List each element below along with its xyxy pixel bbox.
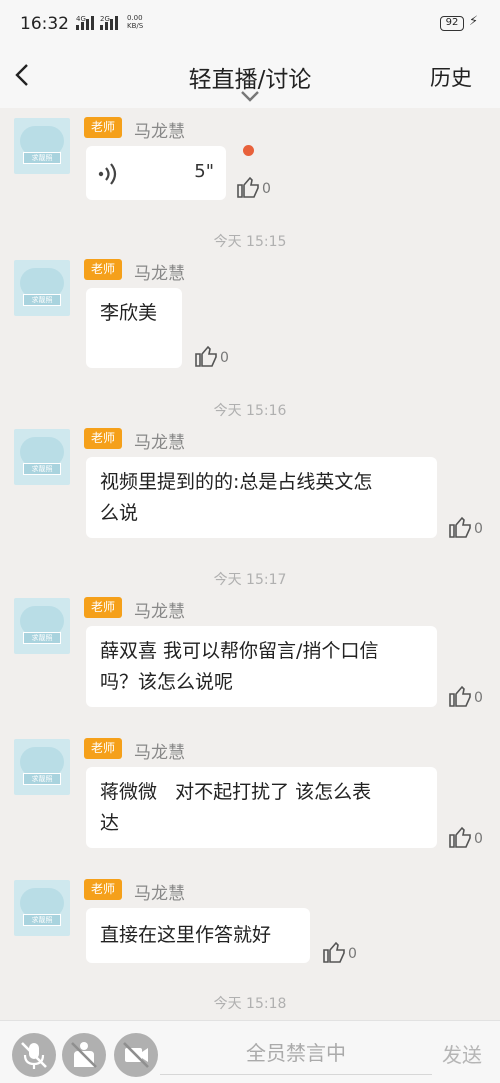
network-speed-unit: KB/S bbox=[127, 22, 144, 30]
chat-message: 求靓照 老师 马龙慧 蒋微微 对不起打扰了 该怎么表 达 0 bbox=[0, 729, 500, 859]
message-bubble[interactable]: 李欣美 bbox=[86, 288, 182, 368]
voice-duration: 5" bbox=[194, 161, 214, 182]
like-button[interactable]: 0 bbox=[448, 825, 492, 851]
chevron-down-icon[interactable] bbox=[240, 90, 260, 102]
message-bubble[interactable]: 直接在这里作答就好 bbox=[86, 908, 310, 963]
like-button[interactable]: 0 bbox=[194, 344, 238, 370]
sender-name: 马龙慧 bbox=[134, 743, 185, 763]
teacher-badge: 老师 bbox=[84, 117, 123, 138]
message-text: 直接在这里作答就好 bbox=[100, 924, 272, 946]
hand-raise-off-icon bbox=[71, 1042, 97, 1068]
voice-message-bubble[interactable]: 5" bbox=[86, 146, 226, 200]
avatar[interactable]: 求靓照 bbox=[14, 739, 70, 795]
like-count: 0 bbox=[474, 831, 483, 847]
signal-icon bbox=[76, 16, 98, 30]
chat-message: 求靓照 老师 马龙慧 5" 0 bbox=[0, 108, 500, 208]
sender-name: 马龙慧 bbox=[134, 602, 185, 622]
avatar[interactable]: 求靓照 bbox=[14, 598, 70, 654]
message-text: 视频里提到的的:总是占线英文怎 bbox=[100, 471, 373, 493]
timestamp: 今天 15:16 bbox=[213, 403, 287, 419]
voice-wave-icon bbox=[98, 163, 117, 185]
page-title: 轻直播/讨论 bbox=[188, 67, 312, 93]
message-input[interactable]: 全员禁言中 bbox=[160, 1031, 432, 1075]
avatar[interactable]: 求靓照 bbox=[14, 880, 70, 936]
message-text: 蒋微微 对不起打扰了 该怎么表 bbox=[100, 781, 372, 803]
nav-bar: 轻直播/讨论 历史 bbox=[0, 50, 500, 108]
message-text: 薛双喜 我可以帮你留言/捎个口信 bbox=[100, 640, 379, 662]
teacher-badge: 老师 bbox=[84, 259, 123, 280]
chat-message: 求靓照 老师 马龙慧 李欣美 0 bbox=[0, 250, 500, 380]
signal-icon-2 bbox=[100, 16, 122, 30]
thumbs-up-icon bbox=[195, 345, 217, 367]
unread-dot bbox=[243, 145, 254, 156]
teacher-badge: 老师 bbox=[84, 597, 123, 618]
sender-name: 马龙慧 bbox=[134, 122, 185, 142]
mic-toggle-button[interactable] bbox=[12, 1033, 56, 1077]
message-text: 达 bbox=[100, 812, 120, 834]
message-text: 么说 bbox=[100, 502, 139, 524]
chat-message: 求靓照 老师 马龙慧 直接在这里作答就好 0 bbox=[0, 870, 500, 980]
message-text: 吗？该怎么说呢 bbox=[100, 671, 234, 693]
like-count: 0 bbox=[220, 350, 229, 366]
status-time: 16:32 bbox=[20, 14, 69, 34]
chat-message: 求靓照 老师 马龙慧 薛双喜 我可以帮你留言/捎个口信 吗？该怎么说呢 0 bbox=[0, 588, 500, 718]
battery-icon: 92 bbox=[440, 16, 464, 31]
history-button[interactable]: 历史 bbox=[430, 62, 472, 92]
like-button[interactable]: 0 bbox=[448, 515, 492, 541]
timestamp: 今天 15:15 bbox=[213, 234, 287, 250]
thumbs-up-icon bbox=[449, 826, 471, 848]
message-bubble[interactable]: 薛双喜 我可以帮你留言/捎个口信 吗？该怎么说呢 bbox=[86, 626, 437, 707]
timestamp: 今天 15:17 bbox=[213, 572, 287, 588]
video-toggle-button[interactable] bbox=[114, 1033, 158, 1077]
thumbs-up-icon bbox=[237, 176, 259, 198]
avatar[interactable]: 求靓照 bbox=[14, 260, 70, 316]
hand-raise-toggle-button[interactable] bbox=[62, 1033, 106, 1077]
like-count: 0 bbox=[474, 521, 483, 537]
sender-name: 马龙慧 bbox=[134, 264, 185, 284]
sender-name: 马龙慧 bbox=[134, 884, 185, 904]
network-speed-value: 0.00 bbox=[127, 14, 143, 22]
bottom-bar: 全员禁言中 发送 bbox=[0, 1020, 500, 1083]
send-button[interactable]: 发送 bbox=[442, 1039, 482, 1068]
like-button[interactable]: 0 bbox=[322, 940, 366, 966]
like-button[interactable]: 0 bbox=[448, 684, 492, 710]
teacher-badge: 老师 bbox=[84, 428, 123, 449]
battery-level: 92 bbox=[445, 17, 459, 28]
chat-message: 求靓照 老师 马龙慧 视频里提到的的:总是占线英文怎 么说 0 bbox=[0, 419, 500, 549]
avatar[interactable]: 求靓照 bbox=[14, 118, 70, 174]
sender-name: 马龙慧 bbox=[134, 433, 185, 453]
status-bar: 16:32 4G 2G 0.00 KB/S 92 ⚡ bbox=[0, 0, 500, 50]
message-bubble[interactable]: 蒋微微 对不起打扰了 该怎么表 达 bbox=[86, 767, 437, 848]
charging-icon: ⚡ bbox=[469, 14, 479, 29]
message-text: 李欣美 bbox=[100, 302, 158, 324]
timestamp: 今天 15:18 bbox=[213, 996, 287, 1012]
teacher-badge: 老师 bbox=[84, 879, 123, 900]
thumbs-up-icon bbox=[323, 941, 345, 963]
message-bubble[interactable]: 视频里提到的的:总是占线英文怎 么说 bbox=[86, 457, 437, 538]
like-button[interactable]: 0 bbox=[236, 175, 280, 201]
teacher-badge: 老师 bbox=[84, 738, 123, 759]
like-count: 0 bbox=[474, 690, 483, 706]
network-speed: 0.00 KB/S bbox=[127, 14, 143, 30]
thumbs-up-icon bbox=[449, 516, 471, 538]
like-count: 0 bbox=[262, 181, 271, 197]
like-count: 0 bbox=[348, 946, 357, 962]
video-off-icon bbox=[123, 1042, 149, 1068]
avatar[interactable]: 求靓照 bbox=[14, 429, 70, 485]
thumbs-up-icon bbox=[449, 685, 471, 707]
mic-off-icon bbox=[21, 1042, 47, 1069]
